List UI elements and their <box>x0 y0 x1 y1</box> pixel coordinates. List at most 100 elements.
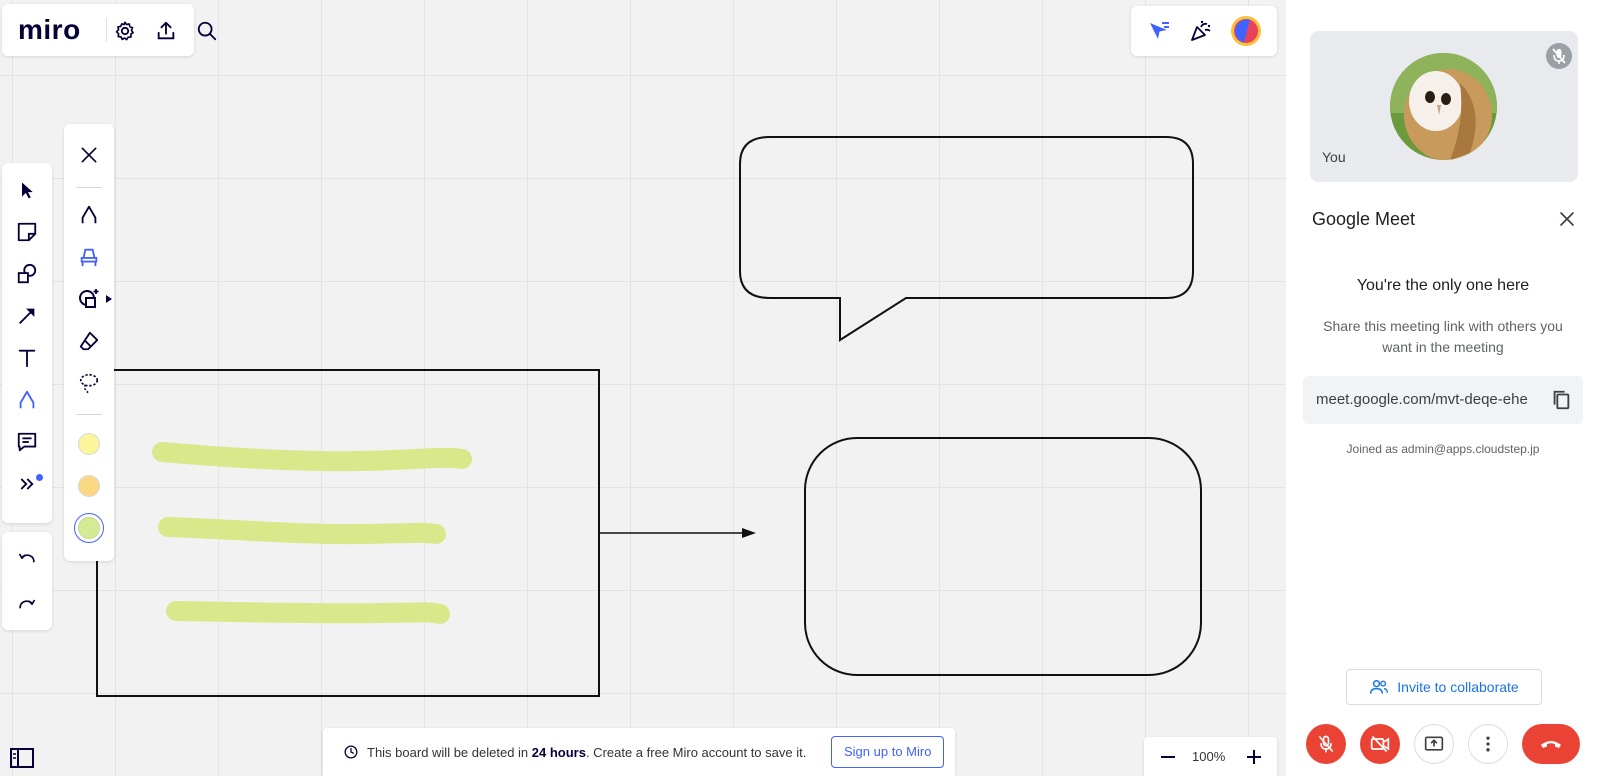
invite-to-collaborate-button[interactable]: Invite to collaborate <box>1346 669 1542 705</box>
people-icon <box>1370 680 1389 694</box>
notice-text-part: This board will be deleted in <box>367 745 532 760</box>
mic-off-icon <box>1318 735 1334 753</box>
more-options-button[interactable] <box>1468 724 1508 764</box>
cursor-filter-icon <box>1150 22 1169 39</box>
notification-dot <box>36 474 43 481</box>
party-popper-icon <box>1191 20 1211 41</box>
board-panel-button[interactable] <box>2 740 42 776</box>
cursor-arrow-icon <box>22 182 33 199</box>
color-swatch-orange[interactable] <box>78 475 100 497</box>
camera-off-icon <box>1370 735 1390 753</box>
board-deletion-notice: This board will be deleted in 24 hours. … <box>323 728 955 776</box>
comment-icon <box>17 432 37 452</box>
celebrate-button[interactable] <box>1187 17 1215 45</box>
miro-logo: miro <box>18 14 81 45</box>
sticky-note-tool[interactable] <box>14 219 40 245</box>
joined-as-text: Joined as admin@apps.cloudstep.jp <box>1346 442 1540 456</box>
whiteboard-canvas[interactable] <box>0 0 1286 776</box>
rounded-rectangle-shape[interactable] <box>804 437 1202 676</box>
close-pen-panel-button[interactable] <box>76 142 102 168</box>
lasso-icon <box>79 373 99 394</box>
divider <box>106 18 107 42</box>
meet-panel-title: Google Meet <box>1312 209 1416 229</box>
highlighter-option[interactable] <box>76 244 102 270</box>
highlighter-stroke[interactable] <box>152 442 472 472</box>
lasso-option[interactable] <box>76 370 102 396</box>
shapes-tool[interactable] <box>14 261 40 287</box>
board-shapes <box>96 136 1202 697</box>
present-screen-button[interactable] <box>1414 724 1454 764</box>
diagonal-arrow-icon <box>19 308 35 324</box>
search-button[interactable] <box>194 18 220 44</box>
clock-icon <box>343 744 359 760</box>
sidebar-panel-icon <box>10 748 34 768</box>
attention-button[interactable] <box>1145 17 1173 45</box>
zoom-out-button[interactable] <box>1158 747 1178 767</box>
self-video-tile: You <box>1310 31 1578 182</box>
present-screen-icon <box>1424 736 1444 751</box>
share-instructions: Share this meeting link with others you … <box>1323 318 1563 355</box>
comment-tool[interactable] <box>14 429 40 455</box>
upload-icon <box>157 21 175 40</box>
eraser-icon <box>79 331 99 351</box>
notice-deadline: 24 hours <box>531 745 586 760</box>
notice-text-part: . Create a free Miro account to save it. <box>585 745 807 760</box>
close-icon <box>1560 212 1574 226</box>
zoom-level[interactable]: 100% <box>1192 749 1225 764</box>
undo-icon <box>18 553 35 563</box>
meeting-link[interactable]: meet.google.com/mvt-deqe-ehe <box>1316 391 1534 408</box>
select-tool[interactable] <box>14 177 40 203</box>
text-tool[interactable] <box>14 345 40 371</box>
close-meet-button[interactable] <box>1554 206 1580 232</box>
settings-button[interactable] <box>112 18 138 44</box>
chevrons-right-icon <box>20 478 34 490</box>
speech-bubble-shape[interactable] <box>739 136 1194 342</box>
zoom-control: 100% <box>1144 737 1277 776</box>
pen-tool[interactable] <box>14 387 40 413</box>
close-icon <box>81 147 97 163</box>
zoom-in-button[interactable] <box>1244 747 1264 767</box>
notice-text: This board will be deleted in 24 hours. … <box>367 745 806 760</box>
highlighter-stroke[interactable] <box>158 517 446 545</box>
mic-toggle-button[interactable] <box>1306 724 1346 764</box>
divider <box>76 414 102 415</box>
undo-button[interactable] <box>14 546 40 572</box>
pen-options-panel <box>64 124 114 561</box>
history-toolbar <box>2 532 52 630</box>
muted-badge <box>1546 43 1572 69</box>
left-toolbar <box>2 163 52 523</box>
copy-icon <box>1553 390 1570 410</box>
eraser-option[interactable] <box>76 328 102 354</box>
color-swatch-yellow[interactable] <box>78 433 100 455</box>
shapes-sparkle-icon <box>79 289 99 308</box>
sticky-note-icon <box>17 222 37 242</box>
pen-icon <box>81 205 97 224</box>
copy-link-button[interactable] <box>1547 386 1575 414</box>
meeting-link-box: meet.google.com/mvt-deqe-ehe <box>1303 376 1583 424</box>
color-swatch-lime[interactable] <box>78 517 100 539</box>
user-avatar-button[interactable] <box>1230 15 1262 47</box>
top-right-bar <box>1131 6 1277 56</box>
participant-avatar <box>1390 53 1497 160</box>
leave-call-button[interactable] <box>1522 724 1580 764</box>
arrow-head <box>742 528 756 538</box>
empty-meeting-heading: You're the only one here <box>1356 277 1530 294</box>
smart-drawing-option[interactable] <box>76 286 102 312</box>
pen-option[interactable] <box>76 202 102 228</box>
camera-toggle-button[interactable] <box>1360 724 1400 764</box>
more-vert-icon <box>1486 736 1490 752</box>
user-avatar-icon <box>1231 16 1261 46</box>
minus-icon <box>1161 756 1175 758</box>
highlighter-stroke[interactable] <box>166 601 450 624</box>
mic-off-icon <box>1552 48 1566 64</box>
shapes-icon <box>17 263 37 284</box>
export-button[interactable] <box>153 18 179 44</box>
connection-line-tool[interactable] <box>14 303 40 329</box>
top-left-bar: miro <box>2 4 194 56</box>
signup-button[interactable]: Sign up to Miro <box>831 736 945 768</box>
submenu-caret-icon <box>105 294 113 304</box>
participant-name: You <box>1322 149 1346 165</box>
hang-up-icon <box>1541 741 1561 748</box>
redo-button[interactable] <box>14 592 40 618</box>
google-meet-sidebar: You Google Meet You're the only one here… <box>1286 0 1600 776</box>
